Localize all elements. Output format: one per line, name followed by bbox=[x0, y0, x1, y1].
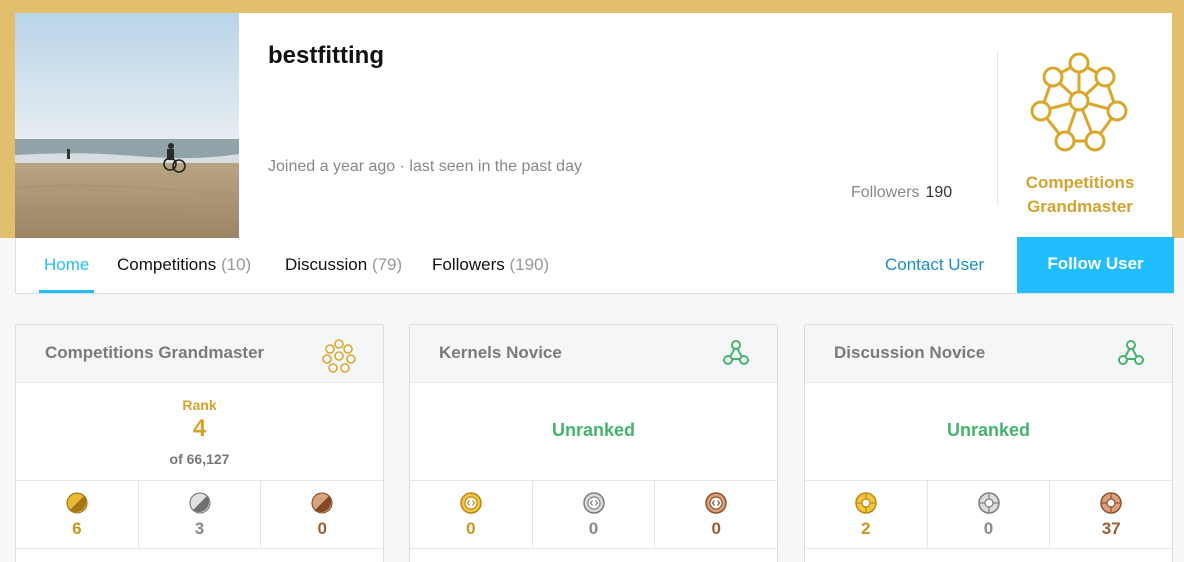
bronze-medal-stat: 0 bbox=[261, 481, 383, 548]
tier-label: Competitions Grandmaster bbox=[1010, 171, 1150, 219]
novice-icon bbox=[1116, 338, 1146, 373]
tab-home[interactable]: Home bbox=[39, 238, 95, 293]
card-title: Kernels Novice bbox=[439, 343, 562, 362]
profile-nav: Home Competitions (10) Discussion (79) F… bbox=[15, 237, 1174, 294]
follow-user-button[interactable]: Follow User bbox=[1017, 237, 1174, 293]
gold-count: 0 bbox=[466, 519, 476, 538]
rank-label: Rank bbox=[182, 397, 217, 413]
medal-row: 0 0 0 bbox=[410, 481, 777, 549]
rank-panel: Unranked bbox=[410, 383, 777, 481]
bronze-count: 0 bbox=[317, 519, 327, 538]
card-title: Discussion Novice bbox=[834, 343, 986, 362]
bronze-code-medal-icon bbox=[705, 492, 727, 514]
tab-count: (190) bbox=[509, 255, 550, 274]
bronze-count: 37 bbox=[1101, 519, 1121, 538]
bronze-discussion-medal-icon bbox=[1100, 492, 1122, 514]
card-header: Competitions Grandmaster bbox=[16, 325, 383, 383]
silver-count: 0 bbox=[588, 519, 599, 538]
competitions-grandmaster-icon bbox=[1023, 51, 1135, 161]
followers-stat[interactable]: Followers 190 bbox=[851, 184, 952, 202]
rank-status: Unranked bbox=[551, 420, 636, 440]
card-title: Competitions Grandmaster bbox=[45, 343, 265, 362]
tab-label: Competitions bbox=[117, 255, 217, 274]
gold-medal-stat: 6 bbox=[16, 481, 139, 548]
tab-followers[interactable]: Followers (190) bbox=[432, 238, 549, 293]
followers-count: 190 bbox=[925, 184, 953, 201]
gold-medal-stat: 0 bbox=[410, 481, 533, 548]
gold-code-medal-icon bbox=[460, 492, 482, 514]
kernels-tier-card: Kernels Novice Unranked 0 0 0 bbox=[409, 324, 778, 562]
rank-panel: Unranked bbox=[805, 383, 1172, 481]
silver-medal-stat: 0 bbox=[928, 481, 1051, 548]
username: bestfitting bbox=[268, 42, 384, 69]
tab-label: Discussion bbox=[285, 255, 368, 274]
silver-count: 3 bbox=[194, 519, 205, 538]
tab-competitions[interactable]: Competitions (10) bbox=[117, 238, 251, 293]
tab-label: Followers bbox=[432, 255, 505, 274]
tab-count: (10) bbox=[220, 255, 252, 274]
tab-discussion[interactable]: Discussion (79) bbox=[285, 238, 402, 293]
tab-count: (79) bbox=[371, 255, 403, 274]
gold-medal-stat: 2 bbox=[805, 481, 928, 548]
discussion-tier-card: Discussion Novice Unranked 2 0 37 bbox=[804, 324, 1173, 562]
silver-discussion-medal-icon bbox=[977, 492, 1000, 514]
bronze-medal-stat: 0 bbox=[655, 481, 777, 548]
rank-panel: Rank 4 of 66,127 bbox=[16, 383, 383, 481]
competitions-tier-card: Competitions Grandmaster Rank 4 of 66,12… bbox=[15, 324, 384, 562]
profile-header: bestfitting Joined a year ago · last see… bbox=[15, 13, 1172, 238]
novice-icon bbox=[721, 338, 751, 373]
medal-row: 2 0 37 bbox=[805, 481, 1172, 549]
gold-count: 6 bbox=[72, 519, 82, 538]
rank-total: of 66,127 bbox=[169, 451, 230, 467]
divider bbox=[997, 51, 998, 206]
rank-status: Unranked bbox=[946, 420, 1031, 440]
bronze-medal-icon bbox=[311, 492, 333, 514]
gold-discussion-medal-icon bbox=[855, 492, 877, 514]
silver-medal-stat: 3 bbox=[139, 481, 262, 548]
tier-label-line2: Grandmaster bbox=[1027, 197, 1133, 216]
tier-label-line1: Competitions bbox=[1025, 173, 1135, 192]
grandmaster-icon bbox=[321, 338, 357, 379]
followers-label: Followers bbox=[851, 184, 920, 201]
profile-photo bbox=[15, 13, 239, 238]
silver-medal-stat: 0 bbox=[533, 481, 656, 548]
silver-code-medal-icon bbox=[582, 492, 605, 514]
bronze-medal-stat: 37 bbox=[1050, 481, 1172, 548]
silver-count: 0 bbox=[983, 519, 994, 538]
gold-medal-icon bbox=[66, 492, 88, 514]
card-header: Kernels Novice bbox=[410, 325, 777, 383]
rank-value: 4 bbox=[192, 415, 207, 442]
contact-user-link[interactable]: Contact User bbox=[885, 238, 984, 291]
join-info: Joined a year ago · last seen in the pas… bbox=[268, 158, 582, 175]
silver-medal-icon bbox=[189, 492, 210, 514]
card-header: Discussion Novice bbox=[805, 325, 1172, 383]
gold-count: 2 bbox=[861, 519, 871, 538]
tab-label: Home bbox=[44, 255, 90, 274]
bronze-count: 0 bbox=[711, 519, 721, 538]
medal-row: 6 3 0 bbox=[16, 481, 383, 549]
